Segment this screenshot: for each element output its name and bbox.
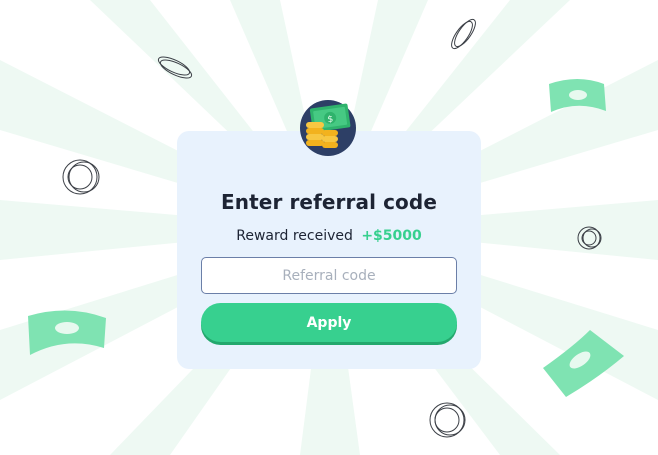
reward-row: Reward received +$5000 — [177, 228, 481, 244]
coin-icon — [429, 402, 466, 438]
coin-icon — [62, 159, 100, 195]
reward-amount: +$5000 — [361, 228, 422, 244]
apply-button[interactable]: Apply — [201, 303, 457, 342]
reward-label: Reward received — [236, 228, 353, 244]
money-coins-icon: $ — [300, 100, 356, 156]
referral-modal: Enter referral code Reward received +$50… — [177, 131, 481, 369]
modal-title: Enter referral code — [221, 190, 437, 214]
referral-code-input[interactable] — [201, 257, 457, 294]
